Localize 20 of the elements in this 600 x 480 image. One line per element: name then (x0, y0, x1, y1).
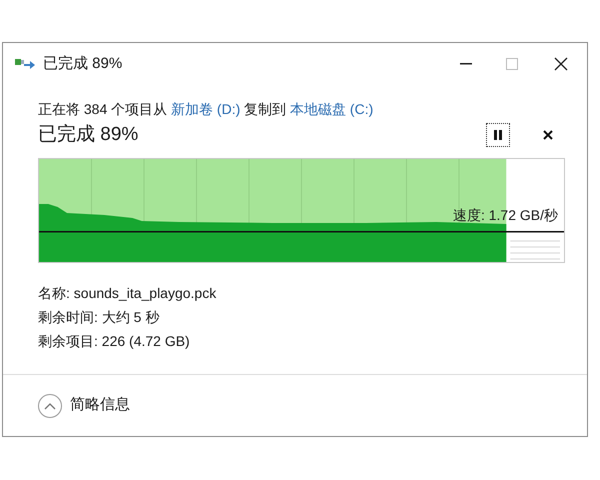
detail-text: 剩余时间: 大约 5 秒 (38, 308, 160, 326)
close-icon (554, 57, 568, 71)
drive-link[interactable]: 新加卷 (D:) (171, 101, 240, 117)
close-icon (543, 130, 553, 140)
minimize-icon (460, 63, 472, 65)
progress-heading: 已完成 89% (38, 123, 138, 147)
maximize-icon (506, 58, 518, 70)
details-toggle-label[interactable]: 简略信息 (70, 394, 130, 417)
copy-description: 正在将 384 个项目从 新加卷 (D:) 复制到 本地磁盘 (C:) (38, 100, 374, 119)
window-title: 已完成 89% (43, 54, 122, 74)
copy-icon (15, 57, 35, 71)
speed-reading: 速度: 1.72 GB/秒 (452, 206, 558, 224)
pause-button[interactable] (486, 123, 510, 148)
drive-link[interactable]: 本地磁盘 (C:) (290, 101, 374, 117)
detail-text: 名称: sounds_ita_playgo.pck (38, 284, 218, 302)
pause-icon (494, 130, 502, 140)
detail-text: 剩余项目: 226 (4.72 GB) (38, 332, 191, 350)
collapse-button[interactable] (38, 394, 62, 418)
chevron-up-icon (44, 402, 56, 410)
graph-gridlines (510, 240, 560, 259)
